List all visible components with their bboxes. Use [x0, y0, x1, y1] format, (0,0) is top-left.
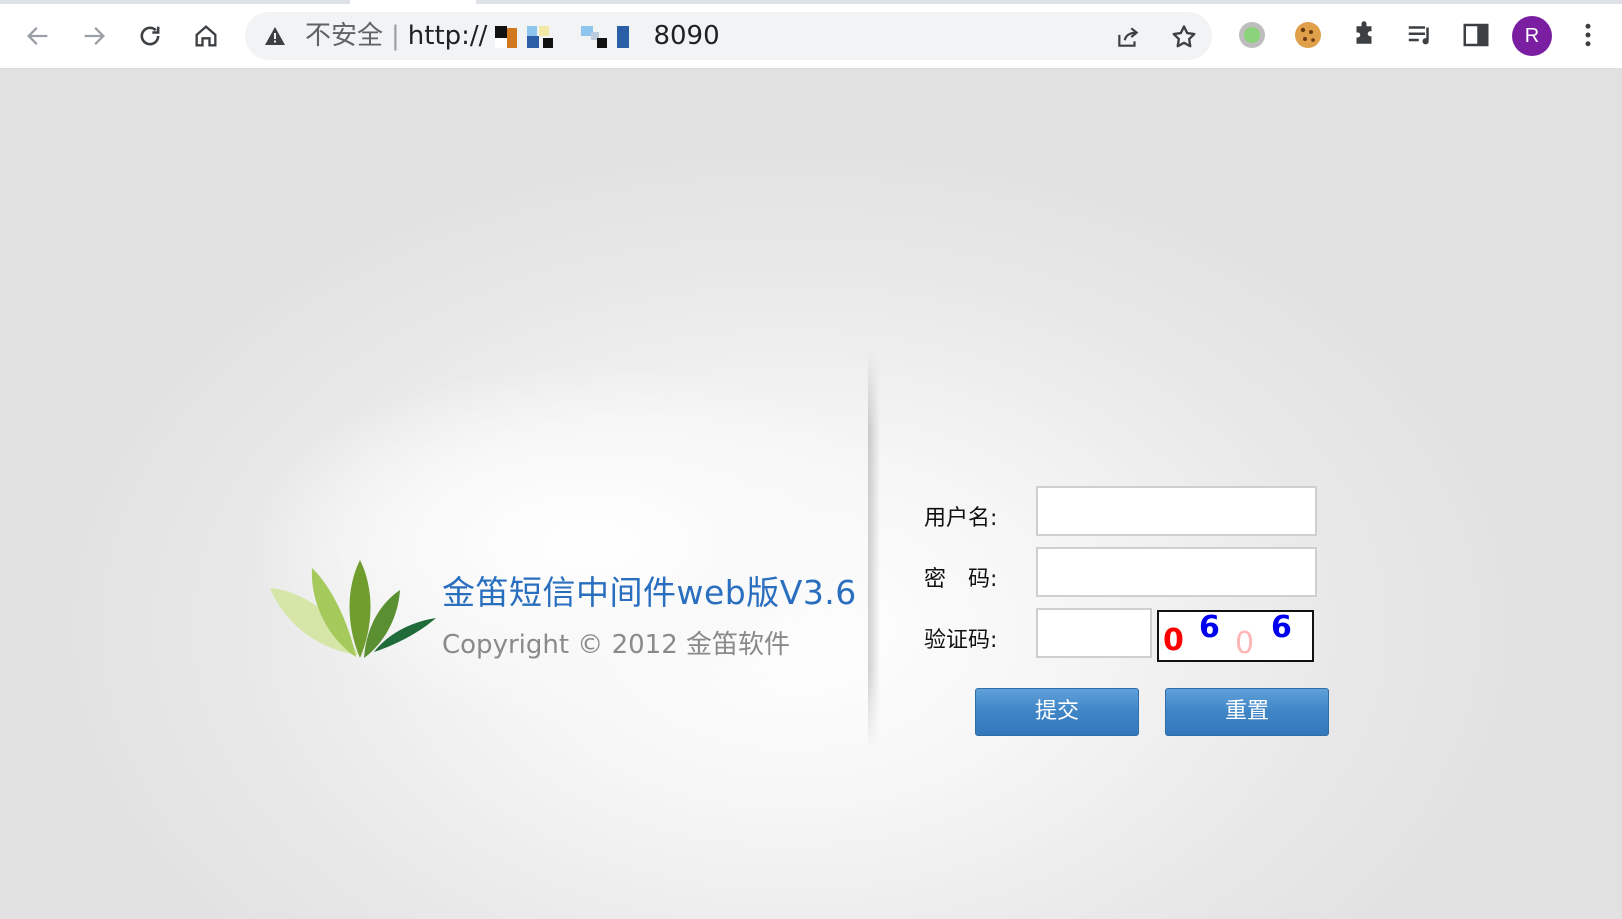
reading-list-icon[interactable]: [1405, 20, 1435, 50]
password-label: 密 码:: [924, 567, 998, 592]
home-button[interactable]: [188, 18, 224, 54]
reset-button[interactable]: 重置: [1165, 688, 1329, 736]
reload-icon: [140, 26, 160, 46]
tab-strip: [0, 0, 1622, 4]
share-icon[interactable]: [1115, 24, 1141, 50]
forward-button[interactable]: [76, 18, 112, 54]
star-icon[interactable]: [1170, 23, 1198, 51]
branding-panel: [190, 355, 870, 745]
captcha-label: 验证码:: [924, 628, 998, 653]
cookie-icon[interactable]: [1293, 20, 1323, 50]
url-separator: |: [391, 21, 400, 51]
side-panel-icon[interactable]: [1461, 20, 1491, 50]
panel-divider: [868, 350, 880, 750]
username-label: 用户名:: [924, 506, 998, 531]
arrow-right-icon: [84, 27, 105, 45]
browser-toolbar: 不安全 | http:// 8090 R: [0, 0, 1622, 69]
captcha-image[interactable]: 0 6 0 6: [1157, 610, 1314, 662]
captcha-char-4: 6: [1271, 610, 1292, 645]
password-input[interactable]: [1036, 547, 1317, 597]
captcha-input[interactable]: [1036, 608, 1152, 658]
home-icon: [195, 25, 217, 47]
green-dot-extension-icon[interactable]: [1237, 20, 1267, 50]
captcha-char-1: 0: [1163, 623, 1184, 658]
leaf-logo-icon: [270, 560, 436, 658]
copyright-text: Copyright © 2012 金笛软件: [442, 630, 791, 660]
kebab-menu-icon[interactable]: [1573, 20, 1603, 50]
arrow-left-icon: [27, 27, 48, 45]
captcha-char-2: 6: [1199, 610, 1220, 645]
security-label[interactable]: 不安全: [305, 21, 383, 51]
submit-button[interactable]: 提交: [975, 688, 1139, 736]
puzzle-icon[interactable]: [1349, 20, 1379, 50]
captcha-char-3: 0: [1235, 626, 1255, 661]
reload-button[interactable]: [132, 18, 168, 54]
url-port: 8090: [653, 21, 720, 51]
address-bar[interactable]: 不安全 | http:// 8090: [245, 12, 1212, 60]
product-title: 金笛短信中间件web版V3.6: [442, 573, 857, 612]
redacted-host: [487, 24, 647, 50]
profile-avatar[interactable]: R: [1512, 16, 1552, 56]
active-tab-edge[interactable]: [350, 0, 476, 4]
back-button[interactable]: [20, 18, 56, 54]
warning-triangle-icon[interactable]: [263, 24, 287, 48]
username-input[interactable]: [1036, 486, 1317, 536]
url-prefix: http://: [407, 21, 488, 51]
url-text[interactable]: 不安全 | http:// 8090: [305, 21, 720, 51]
